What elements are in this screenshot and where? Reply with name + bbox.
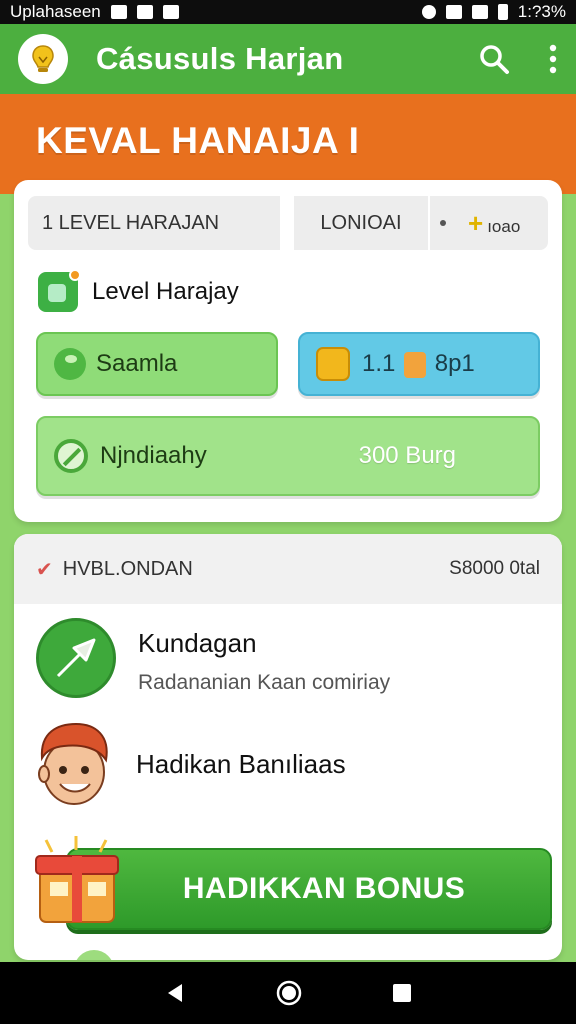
more-options-icon[interactable] (548, 44, 558, 74)
list-item-title: Kundagan (138, 628, 257, 658)
list-item-title: Hadikan Banıliaas (136, 748, 346, 779)
level-banner: KEVAL HANAIJA I (0, 94, 576, 194)
app-title: Cásusuls Harjan (96, 41, 344, 76)
notification-icon (110, 5, 127, 19)
blue-button[interactable]: 1.1 8p1 (298, 332, 540, 396)
green-button[interactable]: Saamla (36, 332, 278, 396)
level-card: 1 LEVEL HARAJAN LONIOAI + ıoao Level Hara… (14, 180, 562, 522)
signal-icon (471, 5, 488, 19)
list-item[interactable]: Kundagan Radananian Kaan comiriay (36, 618, 390, 698)
gem-icon (404, 351, 427, 378)
status-app-text: Uplahaseen (10, 2, 101, 21)
link-icon (54, 439, 88, 473)
battery-icon (497, 4, 508, 20)
status-time: 1:?3% (517, 2, 566, 21)
tab-second[interactable]: LONIOAI (294, 196, 428, 250)
wide-button-label: Njndiaahy (100, 442, 207, 469)
mail-icon (136, 5, 153, 19)
bonus-button-label: HADIKKAN BONUS (182, 872, 466, 905)
banner-title: KEVAL HANAIJA I (36, 120, 360, 161)
tab-third-label: ıoao (487, 216, 521, 236)
wide-button-amount: 300 Burg (358, 442, 456, 469)
check-icon: ✔ (36, 558, 53, 581)
blue-button-value: 1.1 (362, 350, 396, 377)
search-icon[interactable] (478, 43, 510, 75)
navigation-bar (0, 962, 576, 1024)
list-header: ✔ HVBL.ONDAN S8000 0tal (14, 534, 562, 604)
green-button-label: Saamla (96, 350, 178, 377)
list-item-subtitle: Radananian Kaan comiriay (138, 671, 391, 694)
level-row: Level Harajay (38, 269, 239, 312)
bonus-button[interactable]: HADIKKAN BONUS (66, 848, 552, 930)
list-header-value: S8000 0tal (449, 558, 540, 579)
arrow-icon (36, 618, 116, 698)
app-bar: Cásusuls Harjan (0, 24, 576, 94)
gift-box-icon (35, 836, 119, 923)
list-item[interactable]: Hadikan Banıliaas (34, 720, 346, 808)
avatar (34, 720, 114, 808)
list-header-title: HVBL.ONDAN (62, 557, 193, 580)
next-item-peek (74, 950, 114, 960)
leaf-icon (54, 348, 86, 380)
status-bar: Uplahaseen 1:?3% (0, 0, 576, 24)
level-label: Level Harajay (92, 278, 239, 305)
list-card: ✔ HVBL.ONDAN S8000 0tal Kundagan Radanan… (14, 534, 562, 960)
lightbulb-icon (32, 45, 54, 72)
level-icon (38, 269, 81, 312)
dot-icon (440, 220, 446, 226)
gold-coin-icon (316, 347, 350, 381)
wide-button[interactable]: Njndiaahy 300 Burg (36, 416, 540, 496)
tab-level[interactable]: 1 LEVEL HARAJAN (28, 196, 280, 250)
image-icon (162, 5, 179, 19)
recents-icon[interactable] (392, 983, 412, 1003)
location-icon (421, 5, 436, 19)
home-icon[interactable] (276, 980, 302, 1006)
tab-third[interactable]: + ıoao (430, 196, 548, 250)
wifi-icon (445, 5, 462, 19)
back-icon[interactable] (164, 982, 186, 1004)
bonus-section: HADIKKAN BONUS (26, 832, 556, 942)
blue-button-value-right: 8p1 (434, 350, 475, 377)
plus-icon: + (468, 207, 484, 238)
app-logo[interactable] (18, 34, 68, 84)
